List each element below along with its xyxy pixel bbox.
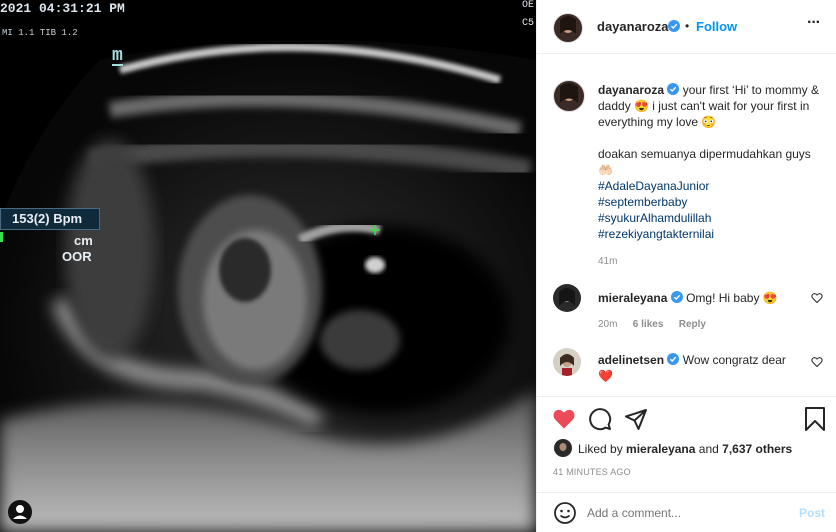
reply-button[interactable]: Reply xyxy=(679,319,706,330)
ultrasound-params: MI 1.1 TIB 1.2 xyxy=(2,28,78,38)
add-comment-input[interactable] xyxy=(587,503,787,523)
verified-icon xyxy=(667,353,680,365)
add-comment-bar: Post xyxy=(537,492,836,532)
save-bookmark-icon[interactable] xyxy=(804,407,826,434)
comment-icon[interactable] xyxy=(588,407,612,434)
post-media[interactable]: 2021 04:31:21 PM MI 1.1 TIB 1.2 OE C5 m … xyxy=(0,0,536,532)
more-options-icon[interactable]: ··· xyxy=(807,14,821,32)
liked-by-and: and xyxy=(698,442,719,456)
comments-list: dayanaroza your first ‘Hi’ to mommy & da… xyxy=(537,66,836,396)
header-dot: • xyxy=(685,19,690,33)
liked-by-user[interactable]: mieraleyana xyxy=(626,442,695,456)
share-icon[interactable] xyxy=(624,407,648,434)
verified-icon xyxy=(668,20,680,32)
comment-username[interactable]: adelinetsen xyxy=(598,353,664,367)
hashtag-link[interactable]: #AdaleDayanaJunior xyxy=(598,178,820,194)
ultrasound-mode-letter: m xyxy=(112,46,123,66)
comment-avatar[interactable] xyxy=(553,284,581,312)
liked-by-avatar[interactable] xyxy=(554,439,572,457)
comment-username[interactable]: mieraleyana xyxy=(598,291,667,305)
post-actions: Liked by mieraleyana and 7,637 others 41… xyxy=(537,396,836,496)
liked-by: Liked by mieraleyana and 7,637 others xyxy=(578,442,792,456)
ultrasound-datetime: 2021 04:31:21 PM xyxy=(0,1,125,16)
tag-user-icon[interactable] xyxy=(8,500,32,524)
post-time[interactable]: 41 MINUTES AGO xyxy=(553,467,631,477)
ultrasound-green-marker xyxy=(0,232,3,242)
post-side-panel: dayanaroza • Follow ··· dayanaroza your … xyxy=(536,0,836,532)
avatar[interactable] xyxy=(553,13,583,43)
liked-by-prefix: Liked by xyxy=(578,442,623,456)
hashtag-link[interactable]: #septemberbaby xyxy=(598,194,820,210)
verified-icon xyxy=(670,291,683,303)
header-username[interactable]: dayanaroza xyxy=(597,19,669,34)
ultrasound-corner-top: OE xyxy=(522,0,535,11)
like-heart-icon[interactable] xyxy=(552,407,576,434)
ultrasound-image xyxy=(0,0,536,532)
emoji-icon[interactable] xyxy=(553,501,577,528)
comment-like-icon[interactable] xyxy=(811,356,823,371)
hashtag-link[interactable]: #syukurAlhamdulillah xyxy=(598,210,820,226)
ultrasound-corner-bottom: C5 xyxy=(522,18,535,29)
comment-text: Omg! Hi baby 😍 xyxy=(686,291,778,305)
post-header: dayanaroza • Follow ··· xyxy=(537,0,836,54)
comment-like-icon[interactable] xyxy=(811,292,823,307)
caption-avatar[interactable] xyxy=(553,80,585,112)
comment-avatar[interactable] xyxy=(553,348,581,376)
follow-button[interactable]: Follow xyxy=(696,19,737,34)
caption-time[interactable]: 41m xyxy=(598,256,617,267)
verified-icon xyxy=(667,83,680,95)
comment-time[interactable]: 20m xyxy=(598,319,617,330)
caption: dayanaroza your first ‘Hi’ to mommy & da… xyxy=(598,82,820,270)
likes-count[interactable]: 7,637 others xyxy=(722,442,792,456)
post-comment-button[interactable]: Post xyxy=(799,506,825,520)
caption-text-2: doakan semuanya dipermudahkan guys 🤲🏻 xyxy=(598,147,811,177)
ultrasound-bpm: 153(2) Bpm xyxy=(12,211,83,226)
ultrasound-range: OOR xyxy=(62,249,92,264)
caption-username[interactable]: dayanaroza xyxy=(598,83,664,97)
ultrasound-unit: cm xyxy=(74,233,93,248)
comment-likes[interactable]: 6 likes xyxy=(633,319,664,330)
hashtag-link[interactable]: #rezekiyangtakternilai xyxy=(598,226,820,242)
